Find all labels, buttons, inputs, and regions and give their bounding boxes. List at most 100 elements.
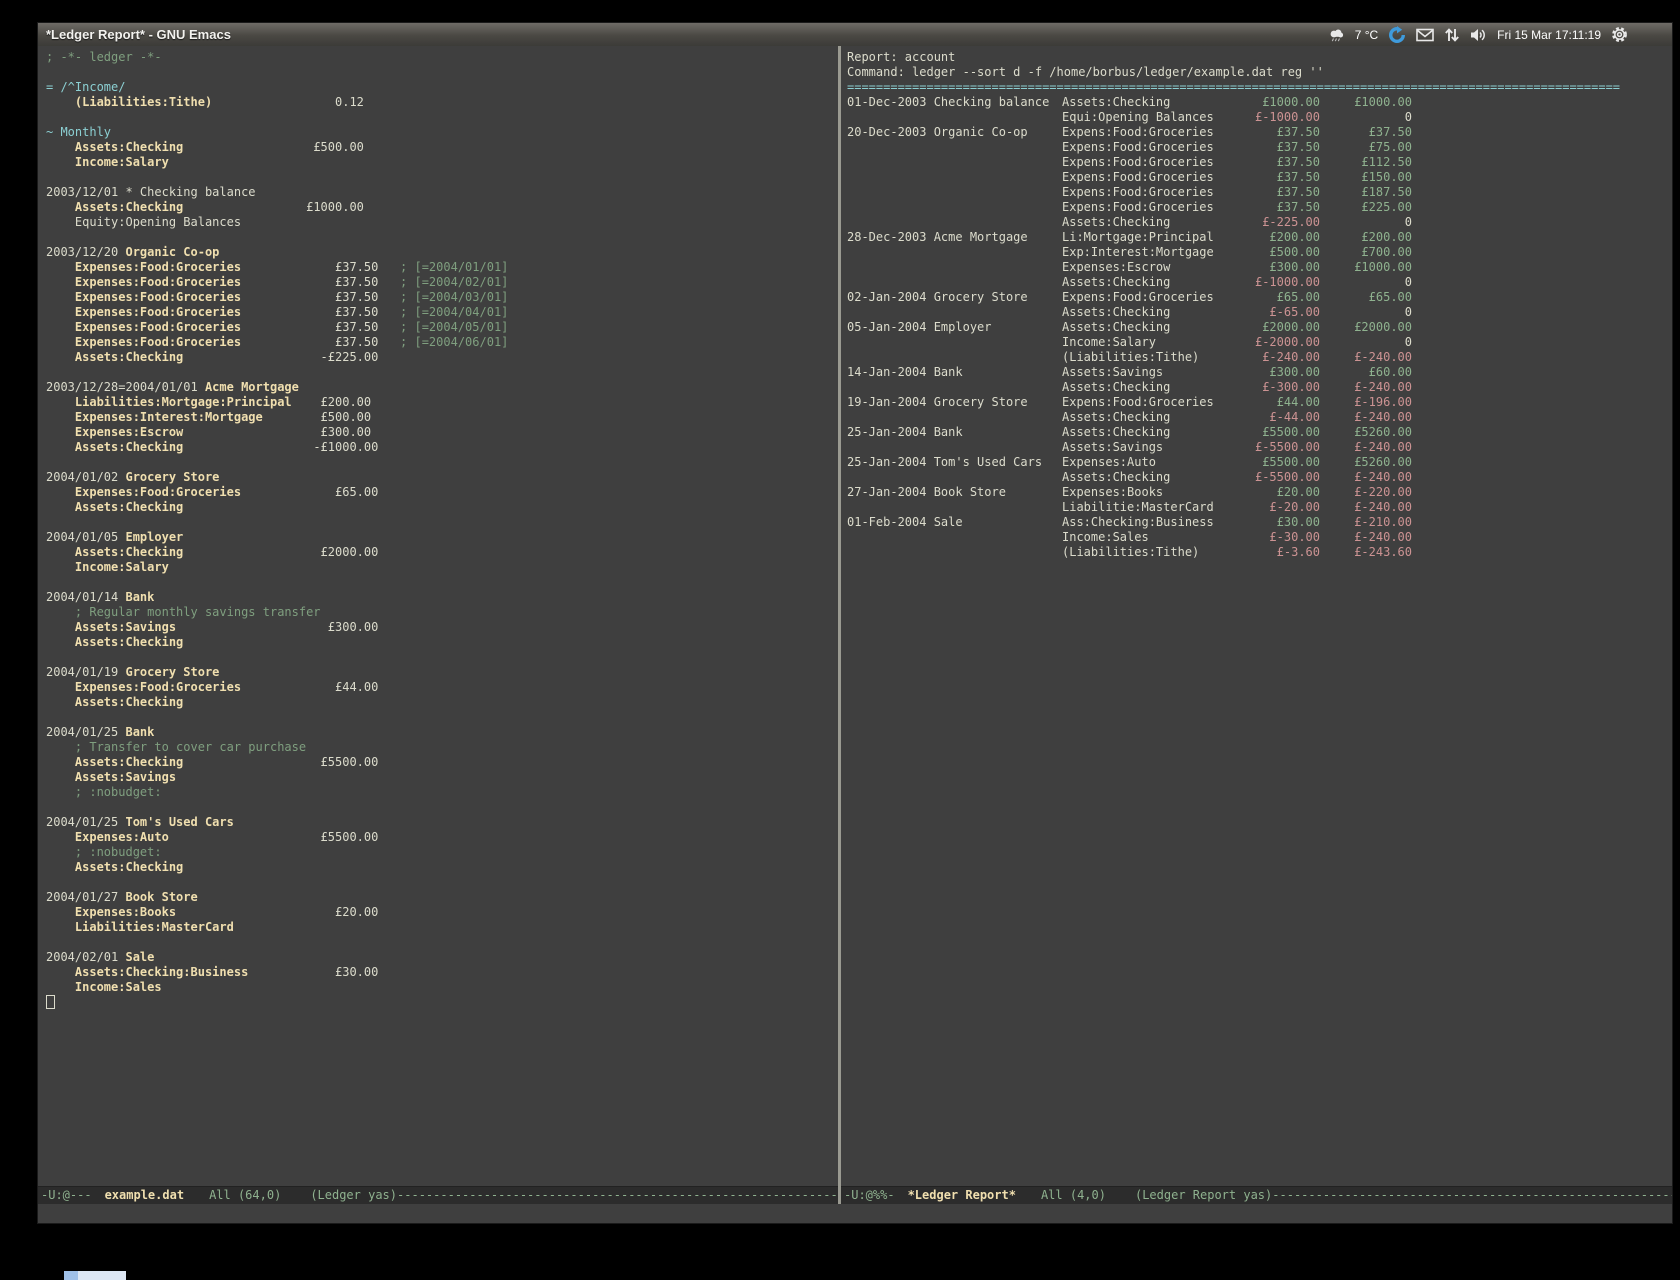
- modeline-modes: (Ledger yas): [310, 1188, 397, 1202]
- volume-icon[interactable]: [1470, 27, 1487, 43]
- register-row: Assets:Checking£-5500.00£-240.00: [847, 470, 1672, 485]
- register-row: Expens:Food:Groceries£37.50£150.00: [847, 170, 1672, 185]
- register-row: Assets:Checking£-1000.000: [847, 275, 1672, 290]
- register-row: Expens:Food:Groceries£37.50£225.00: [847, 200, 1672, 215]
- register-row: Income:Salary£-2000.000: [847, 335, 1672, 350]
- taskbar-fragment[interactable]: [64, 1271, 126, 1280]
- clock[interactable]: Fri 15 Mar 17:11:19: [1497, 28, 1601, 42]
- ledger-line: Assets:Checking: [46, 695, 838, 710]
- ledger-line: Liabilities:Mortgage:Principal £200.00: [46, 395, 838, 410]
- ledger-line: Liabilities:MasterCard: [46, 920, 838, 935]
- ledger-line: [46, 575, 838, 590]
- register-row: 27-Jan-2004 Book StoreExpenses:Books£20.…: [847, 485, 1672, 500]
- ledger-line: ; Transfer to cover car purchase: [46, 740, 838, 755]
- register-row: 14-Jan-2004 BankAssets:Savings£300.00£60…: [847, 365, 1672, 380]
- ledger-line: [46, 875, 838, 890]
- ledger-line: 2003/12/01 * Checking balance: [46, 185, 838, 200]
- ledger-line: 2004/01/19 Grocery Store: [46, 665, 838, 680]
- modeline-dashes: ----------------------------------------…: [1272, 1188, 1672, 1202]
- right-modeline[interactable]: -U:@%%-*Ledger Report*All (4,0)(Ledger R…: [841, 1186, 1672, 1204]
- ledger-line: Expenses:Food:Groceries £37.50 ; [=2004/…: [46, 320, 838, 335]
- register-row: Expens:Food:Groceries£37.50£112.50: [847, 155, 1672, 170]
- ledger-line: 2003/12/20 Organic Co-op: [46, 245, 838, 260]
- network-arrows-icon[interactable]: [1444, 27, 1460, 43]
- modeline-dashes: ----------------------------------------…: [397, 1188, 838, 1202]
- register-row: 25-Jan-2004 Tom's Used CarsExpenses:Auto…: [847, 455, 1672, 470]
- ledger-line: [46, 935, 838, 950]
- ledger-line: 2004/01/05 Employer: [46, 530, 838, 545]
- register-row: (Liabilities:Tithe)£-3.60£-243.60: [847, 545, 1672, 560]
- ledger-line: [46, 455, 838, 470]
- ledger-line: Expenses:Food:Groceries £37.50 ; [=2004/…: [46, 260, 838, 275]
- ledger-line: ; -*- ledger -*-: [46, 50, 838, 65]
- ledger-line: [46, 65, 838, 80]
- modeline-flags: -U:@---: [41, 1188, 92, 1202]
- ledger-line: 2004/01/14 Bank: [46, 590, 838, 605]
- ledger-line: [46, 170, 838, 185]
- ledger-line: Assets:Checking £2000.00: [46, 545, 838, 560]
- register-row: 25-Jan-2004 BankAssets:Checking£5500.00£…: [847, 425, 1672, 440]
- register-row: Exp:Interest:Mortgage£500.00£700.00: [847, 245, 1672, 260]
- echo-area[interactable]: [38, 1204, 1672, 1223]
- modeline-flags: -U:@%%-: [844, 1188, 895, 1202]
- ledger-line: [46, 650, 838, 665]
- ledger-line: Income:Sales: [46, 980, 838, 995]
- ledger-line: Income:Salary: [46, 155, 838, 170]
- report-command: Command: ledger --sort d -f /home/borbus…: [847, 65, 1672, 80]
- ledger-line: Assets:Checking: [46, 635, 838, 650]
- register-row: Income:Sales£-30.00£-240.00: [847, 530, 1672, 545]
- register-row: 02-Jan-2004 Grocery StoreExpens:Food:Gro…: [847, 290, 1672, 305]
- ledger-line: 2003/12/28=2004/01/01 Acme Mortgage: [46, 380, 838, 395]
- ledger-source-window: ; -*- ledger -*-= /^Income/ (Liabilities…: [38, 46, 838, 1204]
- ledger-line: Expenses:Food:Groceries £37.50 ; [=2004/…: [46, 335, 838, 350]
- register-row: 20-Dec-2003 Organic Co-opExpens:Food:Gro…: [847, 125, 1672, 140]
- register-row: 01-Feb-2004 SaleAss:Checking:Business£30…: [847, 515, 1672, 530]
- register-row: Expens:Food:Groceries£37.50£187.50: [847, 185, 1672, 200]
- weather-rain-icon[interactable]: [1328, 26, 1345, 43]
- ledger-line: Assets:Checking:Business £30.00: [46, 965, 838, 980]
- system-tray: 7 °C Fri 15 Mar 17:11:19: [1328, 26, 1672, 44]
- register-row: Assets:Checking£-300.00£-240.00: [847, 380, 1672, 395]
- gear-icon[interactable]: [1611, 26, 1628, 43]
- register-row: 19-Jan-2004 Grocery StoreExpens:Food:Gro…: [847, 395, 1672, 410]
- ledger-line: Assets:Checking: [46, 860, 838, 875]
- ledger-line: Assets:Checking £500.00: [46, 140, 838, 155]
- ledger-line: [46, 800, 838, 815]
- ledger-line: Expenses:Food:Groceries £44.00: [46, 680, 838, 695]
- ledger-line: Assets:Savings £300.00: [46, 620, 838, 635]
- text-cursor: [46, 995, 55, 1009]
- ledger-line: ~ Monthly: [46, 125, 838, 140]
- register-rows: 01-Dec-2003 Checking balanceAssets:Check…: [847, 95, 1672, 560]
- ledger-line: [46, 230, 838, 245]
- ledger-line: ; Regular monthly savings transfer: [46, 605, 838, 620]
- report-label: Report: account: [847, 50, 1672, 65]
- window-area: ; -*- ledger -*- = /^Income/ (Liabilities…: [38, 46, 1672, 1204]
- register-row: Assets:Checking£-225.000: [847, 215, 1672, 230]
- ledger-line: [46, 515, 838, 530]
- ledger-source-buffer[interactable]: ; -*- ledger -*-= /^Income/ (Liabilities…: [38, 46, 838, 1186]
- refresh-icon[interactable]: [1388, 26, 1406, 44]
- ledger-line: [46, 365, 838, 380]
- ledger-line: ; :nobudget:: [46, 785, 838, 800]
- mail-icon[interactable]: [1416, 28, 1434, 42]
- titlebar[interactable]: *Ledger Report* - GNU Emacs 7 °C: [38, 23, 1672, 46]
- ledger-line: Expenses:Auto £5500.00: [46, 830, 838, 845]
- register-row: 05-Jan-2004 EmployerAssets:Checking£2000…: [847, 320, 1672, 335]
- modeline-position: All (4,0): [1041, 1188, 1106, 1202]
- ledger-line: 2004/02/01 Sale: [46, 950, 838, 965]
- ledger-line: = /^Income/: [46, 80, 838, 95]
- ledger-report-buffer[interactable]: Report: account Command: ledger --sort d…: [841, 46, 1672, 1186]
- register-row: (Liabilities:Tithe)£-240.00£-240.00: [847, 350, 1672, 365]
- register-row: Expens:Food:Groceries£37.50£75.00: [847, 140, 1672, 155]
- ledger-line: Assets:Checking -£1000.00: [46, 440, 838, 455]
- left-modeline[interactable]: -U:@---example.datAll (64,0)(Ledger yas)…: [38, 1186, 838, 1204]
- ledger-line: Assets:Checking: [46, 500, 838, 515]
- ledger-line: Assets:Checking £5500.00: [46, 755, 838, 770]
- ledger-line: Income:Salary: [46, 560, 838, 575]
- register-row: Expenses:Escrow£300.00£1000.00: [847, 260, 1672, 275]
- ledger-line: Assets:Savings: [46, 770, 838, 785]
- ledger-line: [46, 995, 838, 1010]
- ledger-line: Expenses:Food:Groceries £37.50 ; [=2004/…: [46, 275, 838, 290]
- ledger-line: Expenses:Food:Groceries £37.50 ; [=2004/…: [46, 290, 838, 305]
- register-row: Assets:Checking£-44.00£-240.00: [847, 410, 1672, 425]
